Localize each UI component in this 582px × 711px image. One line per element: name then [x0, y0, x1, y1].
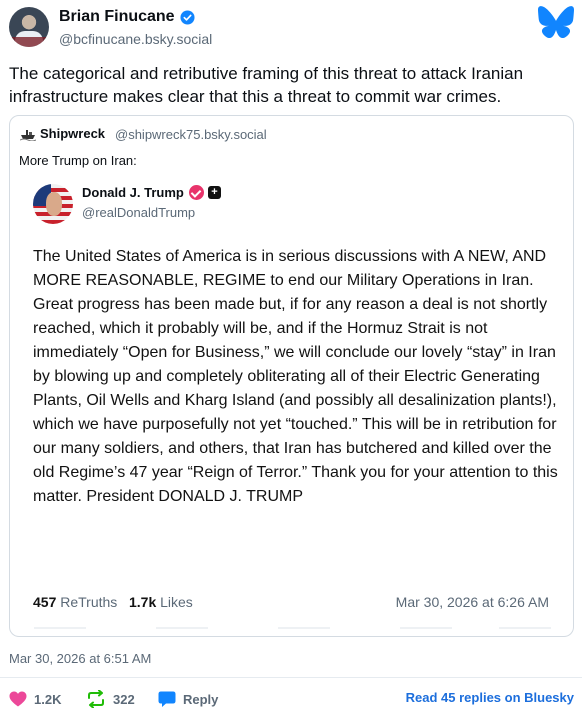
embedded-post-stats: 457 ReTruths 1.7k Likes: [33, 594, 193, 610]
retruths-label: ReTruths: [60, 594, 118, 610]
divider: [0, 677, 582, 678]
reply-label: Reply: [183, 691, 219, 707]
embedded-action-placeholder: [156, 627, 208, 629]
reply-button[interactable]: Reply: [158, 689, 218, 709]
repost-button[interactable]: 322: [86, 689, 135, 709]
author-avatar[interactable]: [9, 7, 49, 47]
embedded-post-date: Mar 30, 2026 at 6:26 AM: [395, 594, 549, 610]
retruths-count: 457: [33, 594, 57, 610]
quote-author-handle[interactable]: @shipwreck75.bsky.social: [115, 127, 267, 142]
embedded-author-handle: @realDonaldTrump: [82, 205, 196, 220]
like-count: 1.2K: [34, 691, 62, 707]
post-timestamp[interactable]: Mar 30, 2026 at 6:51 AM: [9, 651, 151, 666]
repost-count: 322: [113, 691, 135, 707]
repost-icon: [88, 690, 104, 708]
verified-badge-icon: [189, 185, 204, 200]
embedded-action-placeholder: [400, 627, 452, 629]
embedded-action-placeholder: [34, 627, 86, 629]
author-name[interactable]: Brian Finucane: [59, 8, 175, 26]
embedded-author-avatar: [33, 184, 73, 224]
embedded-author-name: Donald J. Trump: [82, 185, 184, 200]
heart-icon: [9, 691, 27, 707]
likes-label: Likes: [160, 594, 193, 610]
embedded-post-body: The United States of America is in serio…: [33, 248, 558, 505]
post-text: The categorical and retributive framing …: [9, 64, 524, 106]
read-replies-link[interactable]: Read 45 replies on Bluesky: [406, 690, 574, 705]
likes-count: 1.7k: [128, 594, 157, 610]
embedded-action-placeholder: [499, 627, 551, 629]
reply-icon: [158, 691, 176, 707]
quote-text: More Trump on Iran:: [19, 153, 137, 168]
bluesky-post: Brian Finucane @bcfinucane.bsky.social T…: [0, 0, 582, 711]
bluesky-butterfly-icon[interactable]: [538, 6, 574, 38]
author-handle[interactable]: @bcfinucane.bsky.social: [59, 31, 212, 47]
verified-icon: [180, 10, 195, 25]
quote-author-name[interactable]: Shipwreck: [40, 126, 105, 141]
plus-badge-icon: +: [208, 186, 221, 199]
ship-avatar-icon[interactable]: [20, 127, 36, 141]
quoted-post[interactable]: Shipwreck @shipwreck75.bsky.social More …: [9, 115, 574, 637]
like-button[interactable]: 1.2K: [9, 689, 61, 709]
embedded-action-placeholder: [278, 627, 330, 629]
